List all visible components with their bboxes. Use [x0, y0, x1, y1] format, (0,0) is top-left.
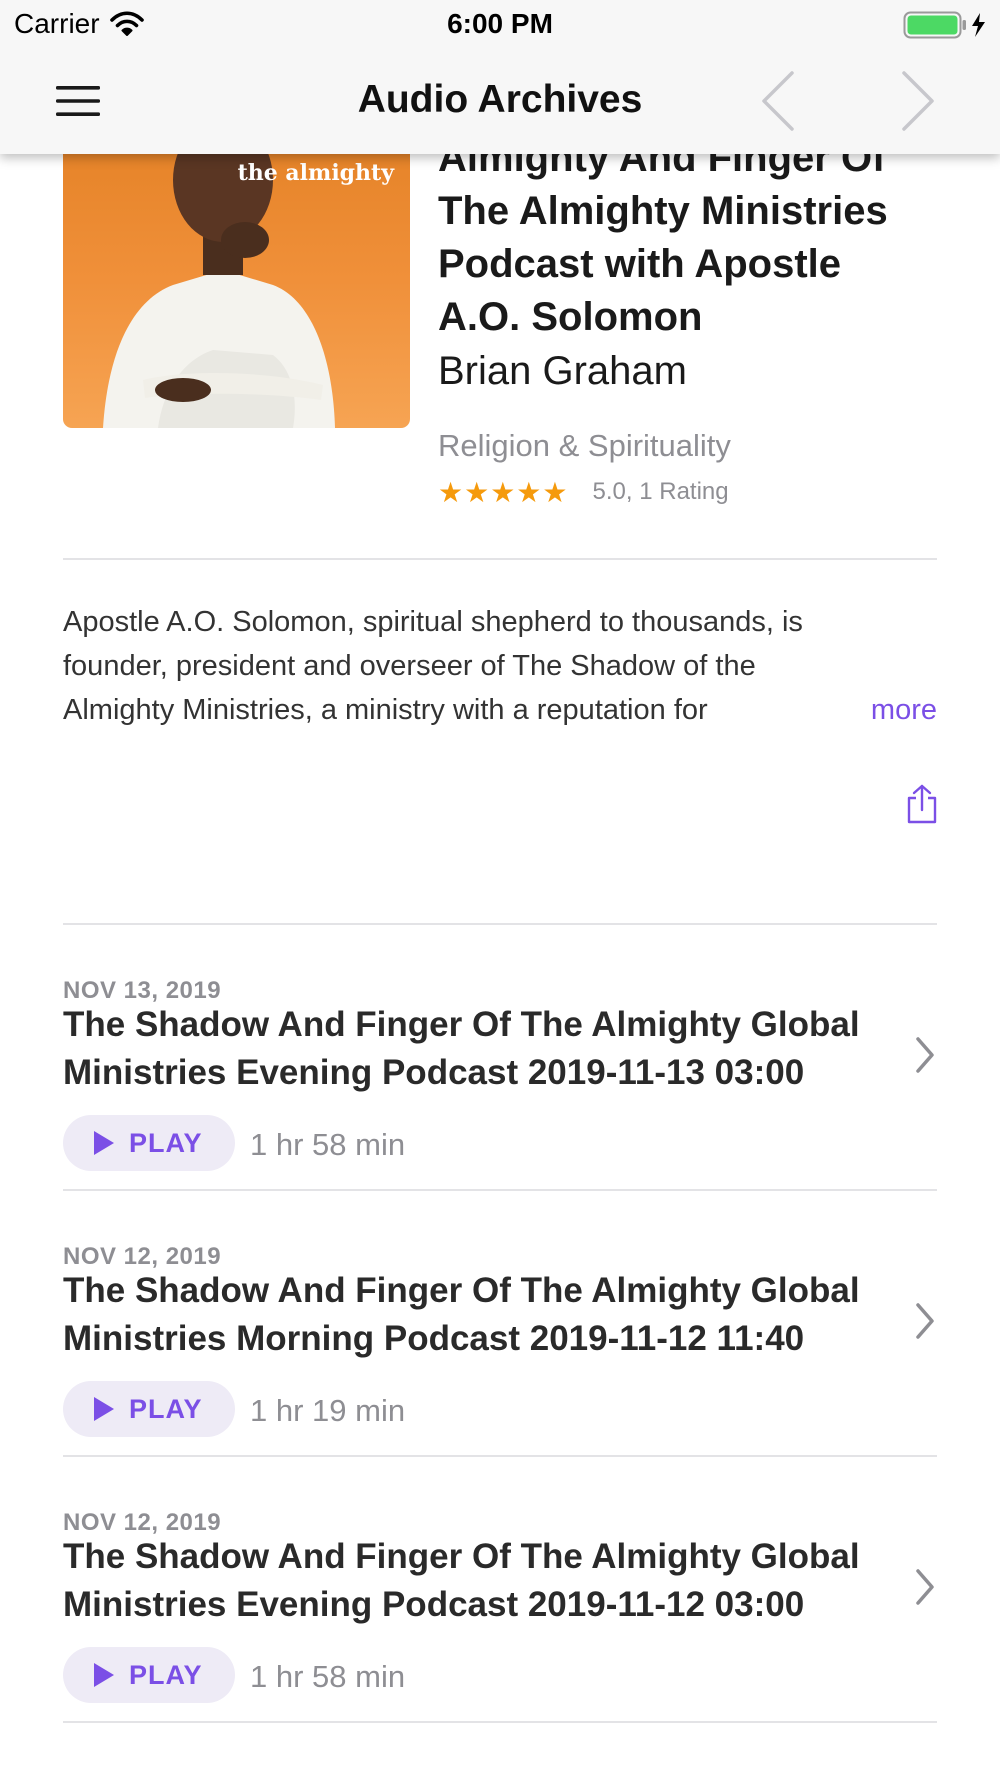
- episode-title-line: Ministries Evening Podcast 2019-11-12 03…: [63, 1585, 805, 1624]
- podcast-title-line: Podcast with Apostle: [438, 242, 842, 286]
- rating-row: ★★★★★ 5.0, 1 Rating: [438, 475, 729, 509]
- episode-title: The Shadow And Finger Of The Almighty Gl…: [63, 1267, 903, 1363]
- podcast-title-line: A.O. Solomon: [438, 295, 703, 339]
- episode-title: The Shadow And Finger Of The Almighty Gl…: [63, 1001, 903, 1097]
- page-title: Audio Archives: [357, 78, 643, 121]
- podcast-author[interactable]: Brian Graham: [438, 346, 687, 396]
- episode-duration: 1 hr 19 min: [250, 1393, 406, 1428]
- play-button[interactable]: PLAY: [63, 1381, 235, 1437]
- chevron-right-icon[interactable]: [914, 1035, 936, 1075]
- battery-charging-icon: [903, 11, 985, 39]
- episode-title-line: Ministries Morning Podcast 2019-11-12 11…: [63, 1319, 805, 1358]
- episode-title: The Shadow And Finger Of The Almighty Gl…: [63, 1533, 903, 1629]
- divider: [63, 558, 937, 560]
- episode-title-line: The Shadow And Finger Of The Almighty Gl…: [63, 1537, 860, 1576]
- play-icon: [94, 1663, 114, 1687]
- play-button-label: PLAY: [129, 1393, 203, 1424]
- chevron-right-icon[interactable]: [914, 1301, 936, 1341]
- divider: [63, 1721, 937, 1723]
- podcast-detail-scroll[interactable]: the almighty Almighty And Finger Of The …: [0, 0, 1000, 1778]
- share-icon[interactable]: [905, 784, 939, 824]
- status-time: 6:00 PM: [447, 8, 553, 39]
- navigation-bar: Carrier 6:00 PM Audio Archives: [0, 0, 1000, 154]
- play-button-label: PLAY: [129, 1127, 203, 1158]
- podcast-title-line: The Almighty Ministries: [438, 189, 888, 233]
- chevron-right-icon[interactable]: [900, 70, 936, 132]
- rating-count: 5.0, 1 Rating: [592, 478, 729, 505]
- episode-duration: 1 hr 58 min: [250, 1659, 406, 1694]
- play-icon: [94, 1397, 114, 1421]
- play-button[interactable]: PLAY: [63, 1115, 235, 1171]
- episode-row[interactable]: NOV 12, 2019 The Shadow And Finger Of Th…: [0, 1457, 1000, 1723]
- episode-duration: 1 hr 58 min: [250, 1127, 406, 1162]
- episode-title-line: The Shadow And Finger Of The Almighty Gl…: [63, 1005, 860, 1044]
- chevron-left-icon[interactable]: [760, 70, 796, 132]
- play-button[interactable]: PLAY: [63, 1647, 235, 1703]
- description-line: Almighty Ministries, a ministry with a r…: [63, 694, 708, 726]
- star-rating-icon: ★★★★★: [438, 475, 569, 509]
- podcast-description: Apostle A.O. Solomon, spiritual shepherd…: [63, 600, 937, 732]
- episode-row[interactable]: NOV 12, 2019 The Shadow And Finger Of Th…: [0, 1191, 1000, 1457]
- play-icon: [94, 1131, 114, 1155]
- podcast-category[interactable]: Religion & Spirituality: [438, 428, 731, 464]
- description-line: founder, president and overseer of The S…: [63, 650, 756, 682]
- episode-title-line: Ministries Evening Podcast 2019-11-13 03…: [63, 1053, 805, 1092]
- podcast-title: Almighty And Finger Of The Almighty Mini…: [438, 132, 958, 344]
- more-link[interactable]: more: [871, 688, 937, 732]
- play-button-label: PLAY: [129, 1659, 203, 1690]
- chevron-right-icon[interactable]: [914, 1567, 936, 1607]
- episode-row[interactable]: NOV 13, 2019 The Shadow And Finger Of Th…: [0, 925, 1000, 1191]
- episode-title-line: The Shadow And Finger Of The Almighty Gl…: [63, 1271, 860, 1310]
- artwork-caption: the almighty: [237, 160, 394, 186]
- description-line: Apostle A.O. Solomon, spiritual shepherd…: [63, 606, 803, 638]
